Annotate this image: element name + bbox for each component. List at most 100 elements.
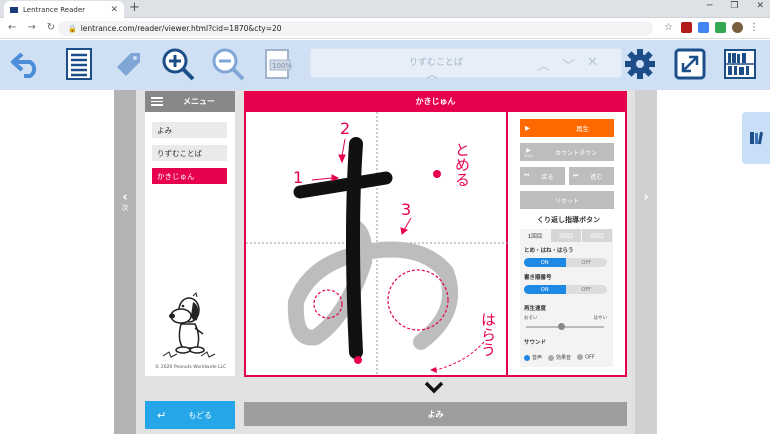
url-field[interactable]: 🔒 lentrance.com/reader/viewer.html?cid=1… [58,21,653,36]
stroke-3-guide [287,219,459,350]
sound-option-effects[interactable]: 効果音 [548,354,571,361]
step-forward-button[interactable]: ⏭ 進む [569,167,614,185]
more-menu-icon[interactable]: ⋮ [749,22,760,33]
reset-button[interactable]: リセット [520,191,614,209]
svg-text:100%: 100% [272,62,292,70]
tome-toggle-on: ON [524,258,566,267]
reload-icon[interactable]: ↻ [47,22,55,33]
bookshelf-icon[interactable] [722,46,758,82]
step-forward-icon: ⏭ [573,172,579,179]
next-page-nav[interactable]: › [635,90,657,434]
order-toggle-on: ON [524,285,566,294]
star-icon[interactable]: ☆ [664,22,675,33]
extension-icon[interactable] [715,22,726,33]
search-input[interactable]: りずむことば ︿ ﹀ ✕ [310,48,622,78]
back-arrow-icon[interactable]: ← [8,22,16,33]
sound-setting-label: サウンド [524,340,547,346]
new-tab-icon[interactable]: + [129,0,140,15]
gear-icon[interactable] [622,46,658,82]
harau-arrow [435,341,485,371]
fullscreen-icon[interactable] [672,46,708,82]
page-list-icon[interactable] [61,46,97,82]
close-tab-icon[interactable]: ✕ [110,5,118,15]
order-toggle-off: OFF [565,285,607,294]
browser-tab-bar: Lentrance Reader ✕ + ─ ❐ ✕ [0,0,770,18]
harau-arrow-icon [430,367,437,373]
forward-arrow-icon[interactable]: → [27,22,35,33]
tome-toggle-off: OFF [565,258,607,267]
chevron-down-icon[interactable] [424,380,444,399]
menu-panel: よみ りずむことば かきじゅん © 2020 Peanuts Worldwide… [145,112,235,376]
books-icon [750,131,764,145]
close-window-icon[interactable]: ✕ [756,1,764,11]
play-icon: ▶ [525,124,530,132]
tab-round-1[interactable]: 1回目 [520,229,551,242]
stroke-number-1: 1 [293,168,304,187]
tab-round-2[interactable]: 2回目 [551,229,582,242]
window-controls: ─ ❐ ✕ [707,1,764,11]
toolbar-collapse-icon[interactable]: ︿ [426,65,438,82]
play-button[interactable]: ▶ 再生 [520,119,614,137]
zoom-out-icon[interactable] [210,46,246,82]
sound-option-voice[interactable]: 音声 [524,354,542,361]
order-setting-label: 書き順番号 [524,275,552,281]
countdown-sub-label: 3/2/1 [524,153,534,158]
main-panel-title: かきじゅん [244,91,627,112]
sound-option-off[interactable]: OFF [577,354,595,361]
menu-item-rizumu-kotoba[interactable]: りずむことば [152,145,227,161]
chevron-right-icon: › [643,190,649,205]
hamburger-icon[interactable] [151,97,163,106]
step-back-icon: ⏮ [524,172,530,179]
stroke-number-2: 2 [340,119,351,138]
prev-page-nav[interactable]: ‹ 次 [114,90,136,434]
minimize-icon[interactable]: ─ [707,1,712,11]
arrow-2-icon [338,154,346,164]
translate-extension-icon[interactable] [698,22,709,33]
account-avatar[interactable] [732,22,743,33]
speed-fast-label: はやい [593,316,608,321]
stroke-2 [346,137,363,359]
speed-setting-label: 再生速度 [524,306,547,312]
menu-title: メニュー [183,97,215,106]
tome-setting-label: とめ・はね・はらう [524,248,574,254]
settings-box: 1回目 2回目 3回目 とめ・はね・はらう ON OFF 書き順番号 ON OF… [520,229,613,367]
speed-slider[interactable] [526,323,604,330]
speed-slider-knob[interactable] [557,323,565,330]
tab-round-3[interactable]: 3回目 [582,229,613,242]
step-forward-label: 進む [590,173,603,181]
play-button-label: 再生 [576,125,589,133]
lock-icon: 🔒 [68,24,77,33]
back-button-label: もどる [188,410,213,420]
tome-toggle[interactable]: ON OFF [524,258,607,267]
undo-icon[interactable] [8,46,44,82]
step-back-button[interactable]: ⏮ 戻る [520,167,565,185]
tome-annotation: とめる [453,142,471,187]
writing-canvas[interactable]: 1 2 3 とめる はらう [246,112,508,375]
zoom-in-icon[interactable] [160,46,196,82]
menu-item-yomi[interactable]: よみ [152,122,227,138]
pdf-extension-icon[interactable] [681,22,692,33]
bottom-section-bar[interactable]: よみ [244,402,627,426]
search-next-icon[interactable]: ﹀ [562,55,575,74]
menu-header: メニュー [145,91,235,112]
stroke-order-panel: 1 2 3 とめる はらう ▶ 再生 ▶ 3/2/1 カウントダウン ⏮ 戻る … [244,112,627,377]
end-dot [354,356,362,364]
fit-page-icon[interactable]: 100% [260,46,296,82]
bookmark-icon[interactable] [110,46,146,82]
back-button[interactable]: ↵ もどる [145,401,235,429]
tab-title: Lentrance Reader [23,5,86,14]
side-drawer-tab[interactable] [742,112,770,164]
menu-item-kakijun[interactable]: かきじゅん [152,168,227,184]
search-prev-icon[interactable]: ︿ [537,55,550,74]
browser-tab[interactable]: Lentrance Reader ✕ [4,1,124,18]
search-close-icon[interactable]: ✕ [587,55,598,74]
copyright-text: © 2020 Peanuts Worldwide LLC [155,365,227,370]
order-toggle[interactable]: ON OFF [524,285,607,294]
speed-slow-label: おそい [524,316,538,321]
snoopy-illustration [162,292,216,358]
maximize-icon[interactable]: ❐ [730,1,738,11]
address-bar-row: ← → ↻ 🔒 lentrance.com/reader/viewer.html… [0,18,770,39]
countdown-label: カウントダウン [555,149,598,157]
app-favicon-icon [10,6,18,13]
countdown-button[interactable]: ▶ 3/2/1 カウントダウン [520,143,614,161]
